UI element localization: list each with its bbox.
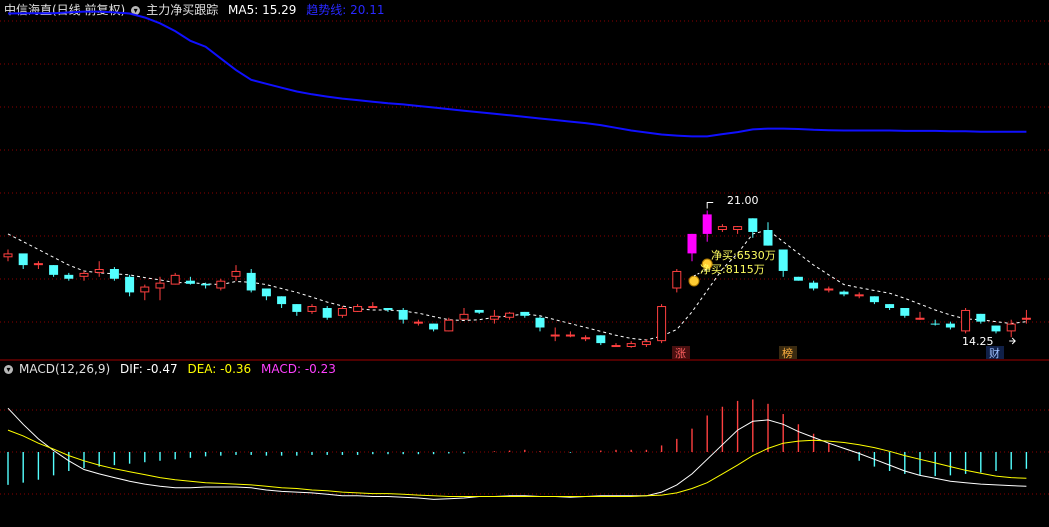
candle-body <box>763 230 773 246</box>
candle-body <box>930 323 940 325</box>
candle-body <box>201 283 211 286</box>
candle-body <box>216 280 226 289</box>
candle-body <box>33 263 43 266</box>
candle-body <box>413 321 423 324</box>
high-price-label: 21.00 <box>727 194 759 207</box>
candle-body <box>383 308 393 310</box>
candle-body <box>109 269 119 279</box>
candle-body <box>657 306 667 342</box>
candle-body <box>444 319 454 332</box>
candle-body <box>489 315 499 320</box>
candle-body <box>292 304 302 312</box>
netbuy-label-2: 净买:8115万 <box>700 262 765 276</box>
candle-body <box>1006 323 1016 332</box>
candle-body <box>611 345 621 348</box>
candle-body <box>277 296 287 305</box>
candle-body <box>550 334 560 337</box>
candle-body <box>155 282 165 289</box>
candle-body <box>474 309 484 313</box>
stock-chart[interactable]: 21.00 14.25 净买:6530万 净买:8115万 涨 榜 财 <box>0 0 1049 527</box>
candle-body <box>778 249 788 271</box>
money-bag-icon <box>688 275 700 287</box>
candle-body <box>535 317 545 328</box>
candle-body <box>672 270 682 289</box>
candle-body <box>140 286 150 293</box>
candle-body <box>824 288 834 291</box>
candle-body <box>581 337 591 340</box>
trend-line <box>7 10 1027 138</box>
candle-body <box>809 282 819 289</box>
candle-body <box>3 253 13 258</box>
candle-body <box>125 276 135 293</box>
candle-body <box>459 313 469 320</box>
annotations: 21.00 14.25 净买:6530万 净买:8115万 涨 榜 财 <box>672 194 1004 360</box>
price-panel <box>3 10 1031 348</box>
candle-body <box>185 280 195 284</box>
candle-body <box>398 309 408 320</box>
candle-body <box>1021 317 1031 320</box>
high-marker <box>706 202 714 209</box>
macd-panel <box>7 399 1028 500</box>
candle-body <box>702 214 712 234</box>
candle-body <box>869 296 879 303</box>
candle-body <box>839 291 849 295</box>
candle-body <box>961 309 971 332</box>
tag-zhang[interactable]: 涨 <box>675 347 686 360</box>
candle-body <box>885 304 895 308</box>
candle-body <box>717 226 727 231</box>
tag-bang[interactable]: 榜 <box>782 346 793 360</box>
candle-body <box>337 308 347 316</box>
candle-body <box>322 308 332 318</box>
candle-body <box>170 274 180 285</box>
candle-body <box>976 313 986 322</box>
candle-body <box>915 317 925 320</box>
candle-body <box>246 272 256 291</box>
grid-lines <box>0 20 1049 495</box>
candle-body <box>748 218 758 232</box>
candle-body <box>307 306 317 312</box>
candle-body <box>520 311 530 316</box>
candle-body <box>49 265 59 275</box>
candle-body <box>429 323 439 330</box>
candle-body <box>261 288 271 297</box>
candle-body <box>505 312 515 318</box>
candle-body <box>353 306 363 312</box>
candle-body <box>733 226 743 231</box>
candle-body <box>991 325 1001 332</box>
candle-body <box>368 306 378 309</box>
candle-body <box>94 269 104 273</box>
candle-body <box>64 274 74 279</box>
candle-body <box>900 308 910 316</box>
candle-body <box>641 341 651 346</box>
candle-body <box>626 343 636 348</box>
dif-line <box>7 407 1027 500</box>
low-marker <box>1009 337 1016 345</box>
candle-body <box>854 294 864 297</box>
tag-cai[interactable]: 财 <box>989 346 1000 360</box>
candle-body <box>565 334 575 337</box>
candle-body <box>18 253 28 266</box>
candle-body <box>79 272 89 277</box>
candle-body <box>231 270 241 277</box>
candle-body <box>793 276 803 281</box>
netbuy-label-1: 净买:6530万 <box>711 248 776 262</box>
candle-body <box>687 233 697 254</box>
candle-body <box>945 323 955 328</box>
candle-body <box>596 335 606 344</box>
